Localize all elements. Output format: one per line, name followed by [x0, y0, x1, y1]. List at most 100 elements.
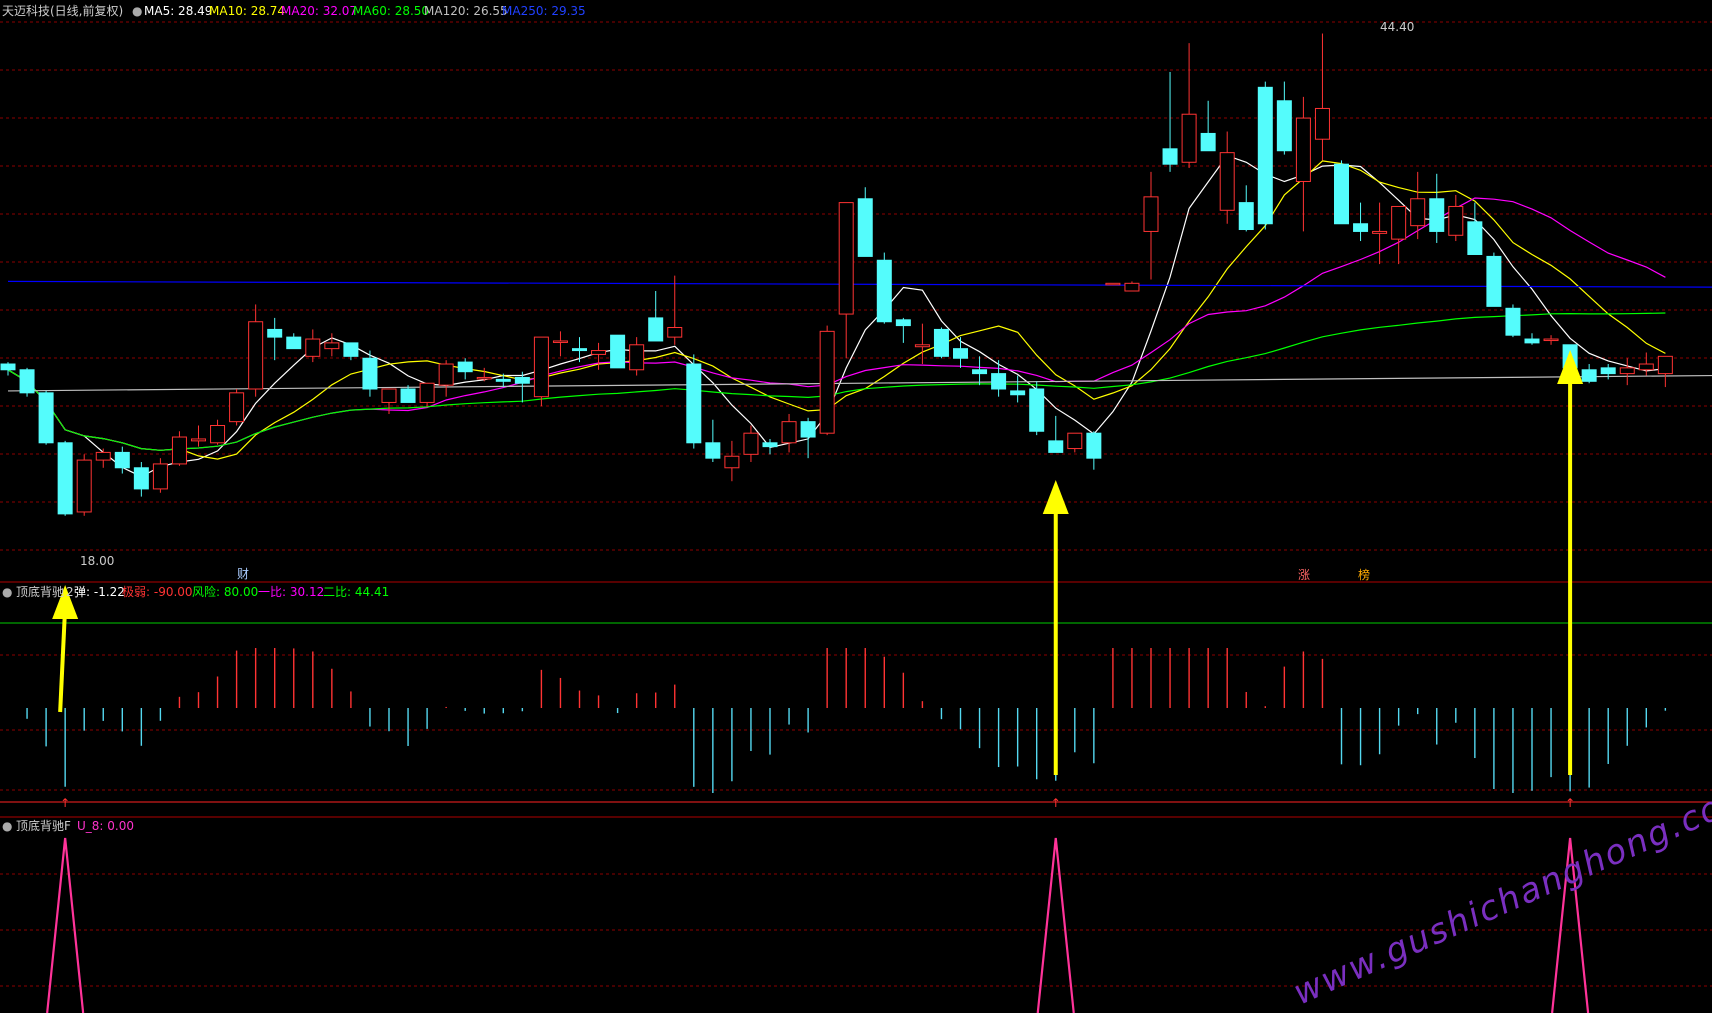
high-price-label: 44.40 — [1380, 20, 1414, 34]
candle-down — [1505, 307, 1521, 336]
indicator1-name-suffix: 2 — [66, 585, 74, 599]
candle-down — [0, 363, 16, 371]
candle-down — [343, 342, 359, 357]
candle-up — [1295, 117, 1311, 182]
candle-up — [76, 459, 92, 513]
candle-down — [1162, 148, 1178, 165]
indicator1-collapse-icon[interactable]: ● — [2, 585, 12, 599]
candle-down — [1467, 221, 1483, 255]
candle-down — [895, 319, 911, 327]
candle-down — [1600, 367, 1616, 375]
candle-down — [1257, 86, 1273, 225]
candle-up — [324, 342, 340, 350]
collapse-icon[interactable]: ● — [132, 4, 142, 18]
candle-up — [1638, 363, 1654, 371]
candle-up — [381, 388, 397, 403]
candle-down — [1048, 440, 1064, 453]
candle-up — [552, 340, 568, 343]
candle-up — [438, 363, 454, 386]
marker-bang: 榜 — [1358, 567, 1370, 582]
candle-down — [572, 348, 587, 352]
candle-down — [648, 317, 664, 342]
candle-up — [476, 376, 492, 380]
indicator1-value: 弹: -1.22 — [74, 585, 125, 599]
candle-up — [1181, 113, 1197, 163]
candle-down — [133, 467, 149, 490]
ma250-label: MA250: 29.35 — [502, 4, 586, 18]
candle-down — [1429, 198, 1445, 232]
candle-down — [1276, 100, 1292, 152]
candle-down — [514, 376, 530, 384]
ma-line-ma250 — [7, 280, 1712, 288]
indicator2-name: 顶底背驰F — [16, 818, 71, 833]
candle-down — [400, 388, 416, 403]
candle-up — [819, 330, 835, 434]
candle-down — [1524, 338, 1540, 344]
grid-lines — [0, 21, 1712, 987]
candle-up — [1543, 338, 1559, 342]
candle-up — [305, 338, 321, 357]
candle-up — [1410, 198, 1426, 227]
indicator1-weak: 极弱: -90.00 — [122, 585, 193, 599]
candle-up — [743, 432, 759, 455]
candle-down — [1334, 163, 1349, 225]
candle-up — [1067, 432, 1083, 450]
ma10-label: MA10: 28.74 — [209, 4, 285, 18]
indicator1-ratio2: 二比: 44.41 — [323, 585, 389, 599]
candle-up — [781, 421, 797, 444]
candle-down — [495, 378, 511, 382]
candle-down — [933, 328, 949, 357]
watermark: www.gushichanghong.com — [1287, 773, 1712, 1013]
candle-down — [1581, 369, 1597, 382]
candle-down — [876, 259, 892, 323]
ma20-label: MA20: 32.07 — [281, 4, 357, 18]
low-price-label: 18.00 — [80, 554, 114, 568]
candle-down — [610, 334, 626, 369]
candle-down — [114, 451, 130, 469]
candle-up — [629, 344, 645, 371]
candle-up — [591, 350, 607, 355]
ma60-label: MA60: 28.50 — [353, 4, 429, 18]
candle-down — [1086, 432, 1102, 459]
indicator2-collapse-icon[interactable]: ● — [2, 819, 12, 833]
candle-up — [724, 455, 740, 469]
signal-marker: ↑ — [1565, 796, 1575, 810]
candle-down — [1200, 132, 1216, 152]
candle-up — [1314, 107, 1330, 140]
candle-up — [667, 327, 683, 338]
candle-up — [1448, 205, 1464, 236]
candle-up — [210, 425, 226, 444]
ma120-label: MA120: 26.55 — [424, 4, 508, 18]
candle-down — [686, 363, 702, 444]
candle-up — [1657, 355, 1673, 375]
candle-up — [1619, 367, 1635, 375]
stock-title: 天迈科技(日线,前复权) — [2, 3, 123, 18]
candle-up — [229, 392, 245, 423]
indicator1-bars — [26, 648, 1667, 793]
candle-up — [1391, 205, 1407, 240]
candle-down — [953, 348, 968, 359]
candlestick-series — [0, 33, 1673, 516]
candle-down — [1010, 390, 1026, 396]
candle-up — [191, 438, 206, 442]
stock-chart: ↑ ↑ ↑ ● 天迈科技(日线,前复权) MA5: 28.49 MA10: 28.7… — [0, 3, 1712, 1013]
candle-down — [19, 369, 35, 394]
ma-line-ma120 — [7, 374, 1712, 392]
candle-up — [838, 202, 854, 315]
signal-marker: ↑ — [1051, 796, 1061, 810]
candle-down — [1238, 202, 1254, 231]
candle-down — [267, 328, 283, 338]
indicator1-ratio1: 一比: 30.12 — [258, 585, 324, 599]
signal-arrow-head — [1557, 350, 1584, 384]
signal-peak — [46, 837, 85, 1013]
candle-up — [1372, 230, 1388, 234]
candle-down — [457, 361, 473, 373]
candle-down — [362, 357, 378, 390]
candle-up — [533, 336, 549, 398]
ma5-label: MA5: 28.49 — [144, 4, 212, 18]
signal-arrow-head — [1042, 480, 1069, 514]
candle-down — [972, 369, 988, 375]
candle-up — [1143, 196, 1159, 232]
candle-down — [57, 442, 73, 515]
candle-up — [95, 451, 111, 461]
